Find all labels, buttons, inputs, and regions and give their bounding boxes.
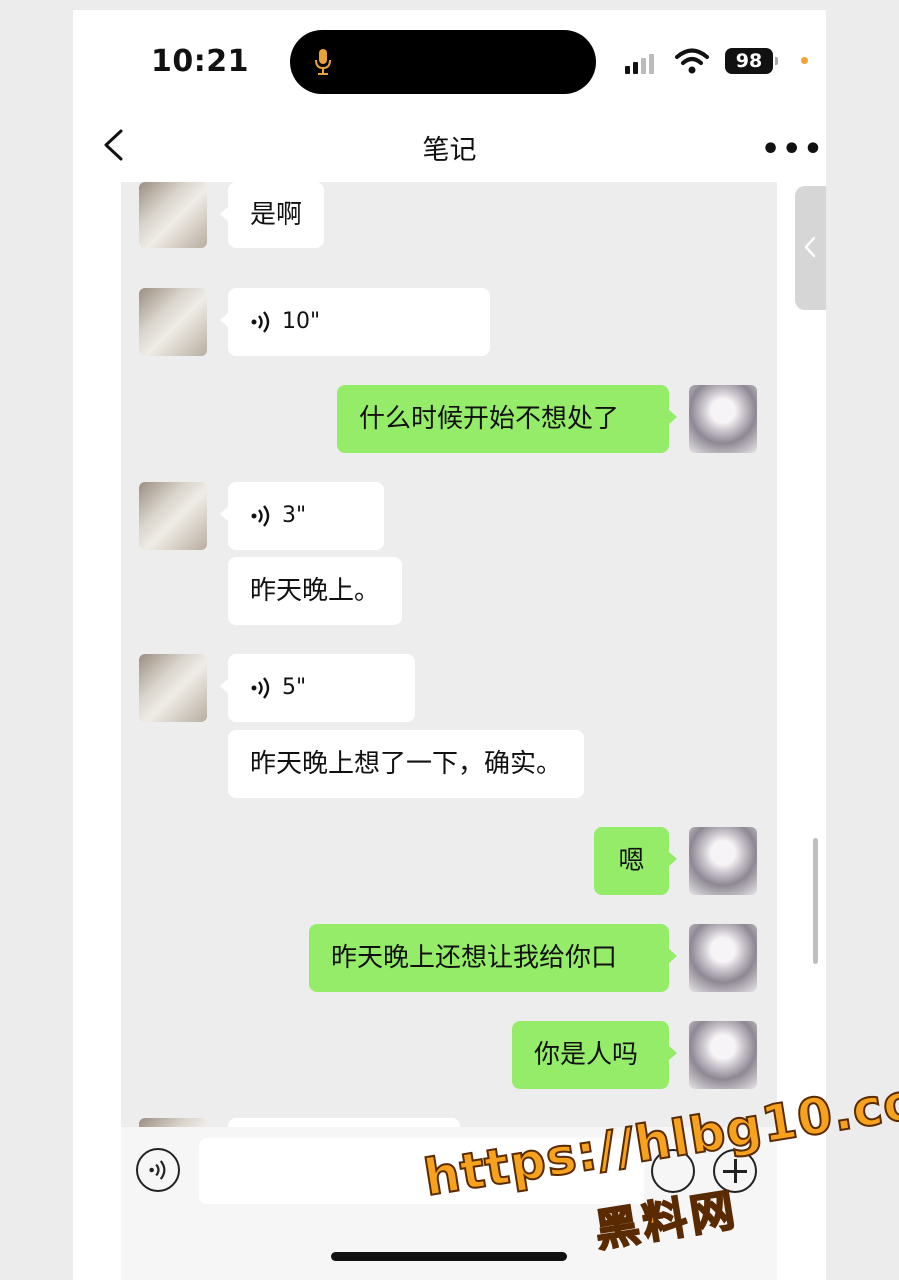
message-list[interactable]: 是啊 10" 什么时候开始不想处了 3" 昨天晚上。 5" 昨天晚上想了一下，确…: [121, 182, 777, 1127]
voice-duration: 3": [282, 503, 307, 528]
message-bubble[interactable]: 嗯: [594, 827, 677, 895]
page-scrollbar[interactable]: [813, 838, 818, 964]
microphone-icon: [315, 49, 331, 75]
my-avatar[interactable]: [689, 1021, 757, 1089]
voice-wave-icon: [149, 1160, 166, 1180]
more-options-button[interactable]: •••: [761, 132, 825, 167]
my-avatar[interactable]: [689, 924, 757, 992]
contact-avatar[interactable]: [139, 182, 207, 248]
voice-wave-icon: [251, 677, 270, 699]
voice-message-bubble[interactable]: 10": [220, 288, 490, 356]
voice-duration: 10": [282, 309, 321, 334]
message-bubble[interactable]: 你是人吗: [512, 1021, 677, 1089]
battery-cap: [775, 57, 778, 65]
message-bubble[interactable]: 昨天晚上还想让我给你口: [309, 924, 677, 992]
dynamic-island: [290, 30, 596, 94]
voice-wave-icon: [251, 505, 270, 527]
message-bubble[interactable]: 昨天晚上想了一下，确实。: [228, 730, 585, 798]
home-indicator[interactable]: [331, 1252, 567, 1261]
cellular-signal-icon: [625, 52, 654, 74]
contact-avatar[interactable]: [139, 482, 207, 550]
voice-duration: 5": [282, 675, 307, 700]
contact-avatar[interactable]: [139, 1118, 207, 1127]
message-bubble[interactable]: 昨天晚上。: [228, 557, 403, 625]
phone-screen: 10:21 98 笔记 ••• 是啊 10" 什么时候开始不想处了 3" 昨天晚…: [73, 10, 826, 1280]
voice-wave-icon: [251, 311, 270, 333]
status-time: 10:21: [151, 44, 249, 79]
my-avatar[interactable]: [689, 385, 757, 453]
message-bubble[interactable]: [228, 1118, 460, 1127]
voice-message-bubble[interactable]: 5": [220, 654, 415, 722]
voice-message-bubble[interactable]: 3": [220, 482, 384, 550]
wifi-icon: [675, 48, 709, 74]
my-avatar[interactable]: [689, 827, 757, 895]
battery-level: 98: [725, 48, 773, 74]
message-bubble[interactable]: 什么时候开始不想处了: [337, 385, 677, 453]
contact-avatar[interactable]: [139, 654, 207, 722]
contact-avatar[interactable]: [139, 288, 207, 356]
mic-in-use-indicator: [801, 57, 808, 64]
side-drawer-tab[interactable]: [795, 186, 826, 310]
chat-title: 笔记: [422, 135, 477, 166]
chevron-left-icon: [804, 236, 816, 258]
message-bubble[interactable]: 是啊: [220, 182, 325, 248]
voice-input-button[interactable]: [136, 1148, 180, 1192]
